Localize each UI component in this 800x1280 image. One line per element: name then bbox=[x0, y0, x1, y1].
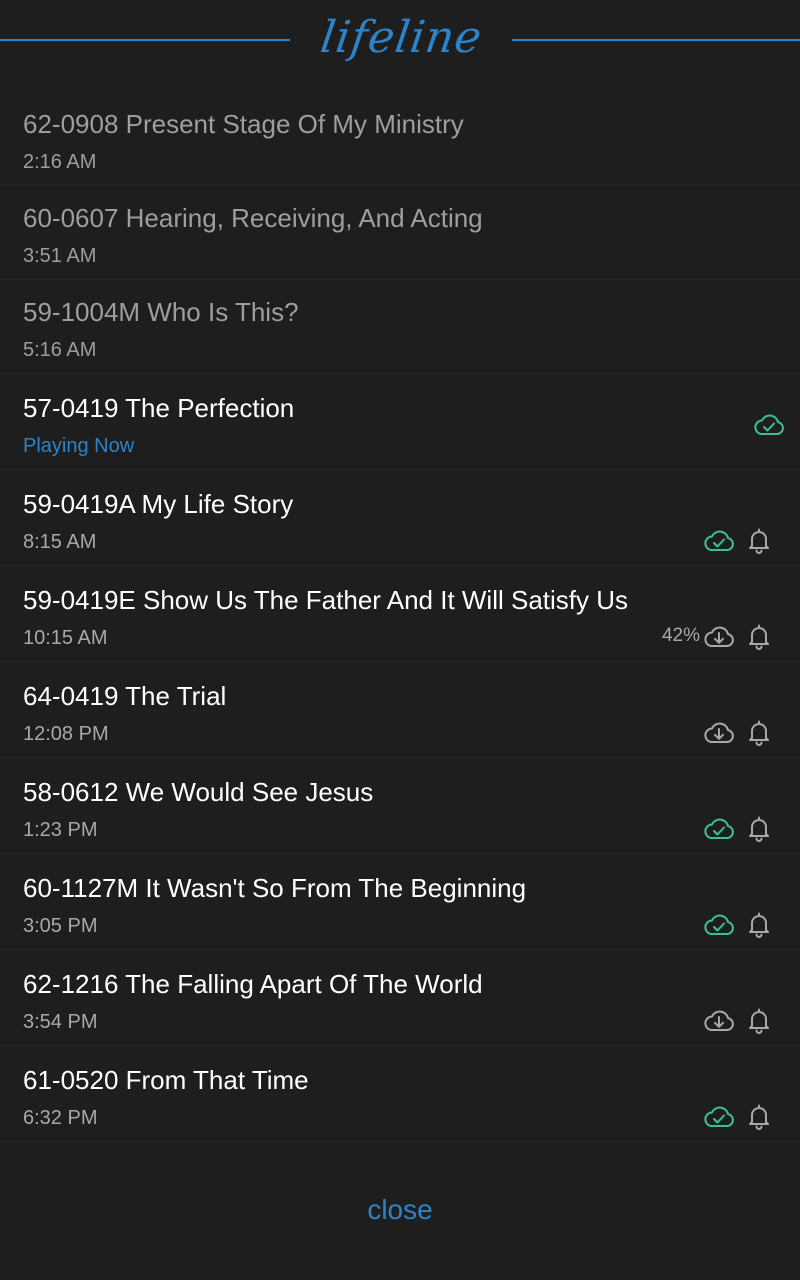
lifeline-logo: lifeline bbox=[290, 0, 512, 80]
item-time: 3:51 AM bbox=[23, 245, 97, 267]
list-item[interactable]: 60-1127M It Wasn't So From The Beginning… bbox=[0, 854, 800, 950]
cloud-check-icon[interactable] bbox=[702, 1102, 736, 1130]
header-divider-left bbox=[0, 39, 290, 41]
list-item[interactable]: 62-0908 Present Stage Of My Ministry 2:16… bbox=[0, 92, 800, 186]
item-title: 59-0419A My Life Story bbox=[23, 489, 294, 519]
close-button[interactable]: close bbox=[340, 1188, 460, 1232]
cloud-download-icon[interactable] bbox=[702, 718, 736, 746]
bell-icon[interactable] bbox=[746, 526, 772, 554]
cloud-download-icon[interactable] bbox=[702, 622, 736, 650]
item-time: 1:23 PM bbox=[23, 819, 98, 841]
list-item[interactable]: 64-0419 The Trial 12:08 PM bbox=[0, 662, 800, 758]
item-time: 5:16 AM bbox=[23, 339, 97, 361]
bell-icon[interactable] bbox=[746, 718, 772, 746]
item-actions bbox=[702, 814, 772, 842]
item-time: 8:15 AM bbox=[23, 531, 97, 553]
list-item[interactable]: 60-0607 Hearing, Receiving, And Acting 3:… bbox=[0, 186, 800, 280]
list-item[interactable]: 62-1216 The Falling Apart Of The World 3:… bbox=[0, 950, 800, 1046]
item-time: 10:15 AM bbox=[23, 627, 108, 649]
bell-icon[interactable] bbox=[746, 1006, 772, 1034]
item-title: 59-1004M Who Is This? bbox=[23, 297, 299, 327]
footer: close bbox=[0, 1166, 800, 1280]
item-title: 59-0419E Show Us The Father And It Will … bbox=[23, 585, 629, 615]
item-actions bbox=[702, 1006, 772, 1034]
item-actions: 42% bbox=[662, 622, 772, 650]
cloud-check-icon[interactable] bbox=[752, 410, 786, 438]
bell-icon[interactable] bbox=[746, 910, 772, 938]
list-item[interactable]: 54-0404E God Has A Provided Way bbox=[0, 1142, 800, 1166]
item-actions bbox=[752, 410, 786, 438]
header-divider-right bbox=[512, 39, 800, 41]
schedule-list[interactable]: 62-0908 Present Stage Of My Ministry 2:16… bbox=[0, 92, 800, 1166]
bell-icon[interactable] bbox=[746, 814, 772, 842]
list-item[interactable]: 61-0520 From That Time 6:32 PM bbox=[0, 1046, 800, 1142]
item-title: 62-1216 The Falling Apart Of The World bbox=[23, 969, 483, 999]
list-item[interactable]: 59-0419A My Life Story 8:15 AM bbox=[0, 470, 800, 566]
list-item[interactable]: 59-1004M Who Is This? 5:16 AM bbox=[0, 280, 800, 374]
cloud-check-icon[interactable] bbox=[702, 814, 736, 842]
item-title: 60-1127M It Wasn't So From The Beginning bbox=[23, 873, 527, 903]
item-actions bbox=[702, 526, 772, 554]
item-actions bbox=[702, 1102, 772, 1130]
item-title: 58-0612 We Would See Jesus bbox=[23, 777, 374, 807]
item-title: 62-0908 Present Stage Of My Ministry bbox=[23, 109, 464, 139]
list-item-playing[interactable]: 57-0419 The Perfection Playing Now bbox=[0, 374, 800, 470]
item-actions bbox=[702, 718, 772, 746]
item-actions bbox=[702, 910, 772, 938]
item-title: 60-0607 Hearing, Receiving, And Acting bbox=[23, 203, 483, 233]
download-progress: 42% bbox=[661, 625, 700, 646]
cloud-check-icon[interactable] bbox=[702, 910, 736, 938]
playing-now-label: Playing Now bbox=[23, 435, 135, 457]
item-title: 64-0419 The Trial bbox=[23, 681, 227, 711]
logo-text: lifeline bbox=[316, 11, 486, 63]
cloud-download-icon[interactable] bbox=[702, 1006, 736, 1034]
item-time: 3:54 PM bbox=[23, 1011, 98, 1033]
item-title: 61-0520 From That Time bbox=[23, 1065, 309, 1095]
cloud-check-icon[interactable] bbox=[702, 526, 736, 554]
item-title: 57-0419 The Perfection bbox=[23, 393, 295, 423]
bell-icon[interactable] bbox=[746, 622, 772, 650]
list-item[interactable]: 58-0612 We Would See Jesus 1:23 PM bbox=[0, 758, 800, 854]
item-time: 3:05 PM bbox=[23, 915, 98, 937]
header: lifeline bbox=[0, 0, 800, 80]
item-time: 6:32 PM bbox=[23, 1107, 98, 1129]
item-time: 2:16 AM bbox=[23, 151, 97, 173]
bell-icon[interactable] bbox=[746, 1102, 772, 1130]
item-time: 12:08 PM bbox=[23, 723, 109, 745]
list-item[interactable]: 59-0419E Show Us The Father And It Will … bbox=[0, 566, 800, 662]
